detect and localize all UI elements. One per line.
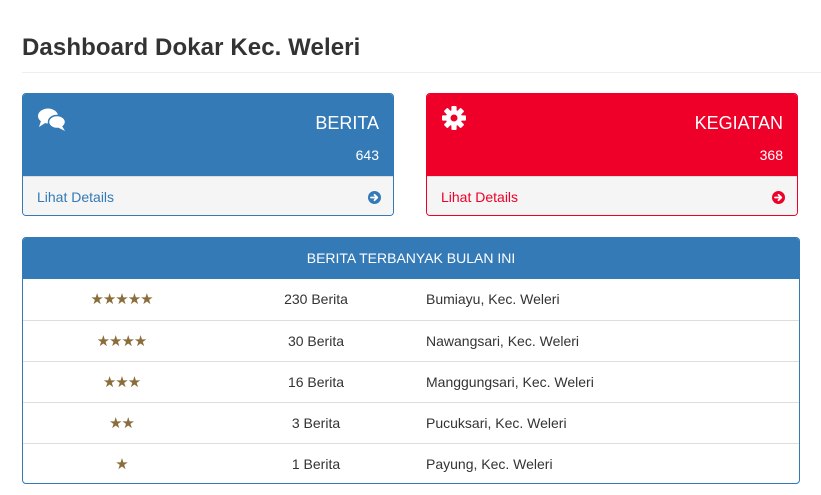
kegiatan-details-label: Lihat Details: [441, 189, 519, 205]
table-row: ★ 1 Berita Payung, Kec. Weleri: [23, 443, 799, 483]
berita-count-cell: 16 Berita: [287, 373, 345, 390]
berita-count: 643: [355, 147, 379, 163]
place-cell: Nawangsari, Kec. Weleri: [426, 332, 580, 349]
star-rating-icon: ★★★★★: [90, 291, 153, 309]
berita-count-cell: 30 Berita: [287, 332, 345, 349]
table-row: ★★ 3 Berita Pucuksari, Kec. Weleri: [23, 402, 799, 443]
star-rating-icon: ★: [115, 455, 128, 473]
star-rating-icon: ★★: [109, 414, 135, 432]
page-title: Dashboard Dokar Kec. Weleri: [22, 34, 361, 61]
title-divider: [22, 72, 821, 73]
place-cell: Manggungsari, Kec. Weleri: [426, 373, 594, 390]
kegiatan-card: KEGIATAN 368 Lihat Details: [426, 93, 798, 216]
table-row: ★★★ 16 Berita Manggungsari, Kec. Weleri: [23, 361, 799, 402]
circle-arrow-right-icon: [772, 191, 785, 204]
kegiatan-details-link[interactable]: Lihat Details: [427, 176, 797, 215]
berita-count-cell: 3 Berita: [291, 414, 341, 431]
place-cell: Pucuksari, Kec. Weleri: [426, 414, 567, 431]
comments-icon: [37, 106, 67, 134]
berita-count-cell: 230 Berita: [284, 291, 348, 308]
ranking-header: BERITA TERBANYAK BULAN INI: [23, 238, 799, 279]
ranking-panel: BERITA TERBANYAK BULAN INI ★★★★★ 230 Ber…: [22, 237, 800, 484]
table-row: ★★★★ 30 Berita Nawangsari, Kec. Weleri: [23, 320, 799, 361]
berita-card-header: BERITA 643: [23, 94, 393, 176]
kegiatan-card-header: KEGIATAN 368: [427, 94, 797, 176]
star-rating-icon: ★★★★: [96, 332, 148, 350]
circle-arrow-right-icon: [368, 191, 381, 204]
berita-details-link[interactable]: Lihat Details: [23, 176, 393, 215]
gear-icon: [441, 106, 471, 134]
place-cell: Payung, Kec. Weleri: [426, 455, 553, 472]
berita-count-cell: 1 Berita: [291, 455, 341, 472]
kegiatan-count: 368: [759, 147, 783, 163]
kegiatan-label: KEGIATAN: [694, 113, 783, 133]
star-rating-icon: ★★★: [102, 373, 141, 391]
ranking-table: ★★★★★ 230 Berita Bumiayu, Kec. Weleri ★★…: [23, 279, 799, 483]
berita-card: BERITA 643 Lihat Details: [22, 93, 394, 216]
berita-details-label: Lihat Details: [37, 189, 115, 205]
berita-label: BERITA: [315, 113, 379, 133]
place-cell: Bumiayu, Kec. Weleri: [426, 291, 560, 308]
table-row: ★★★★★ 230 Berita Bumiayu, Kec. Weleri: [23, 279, 799, 320]
